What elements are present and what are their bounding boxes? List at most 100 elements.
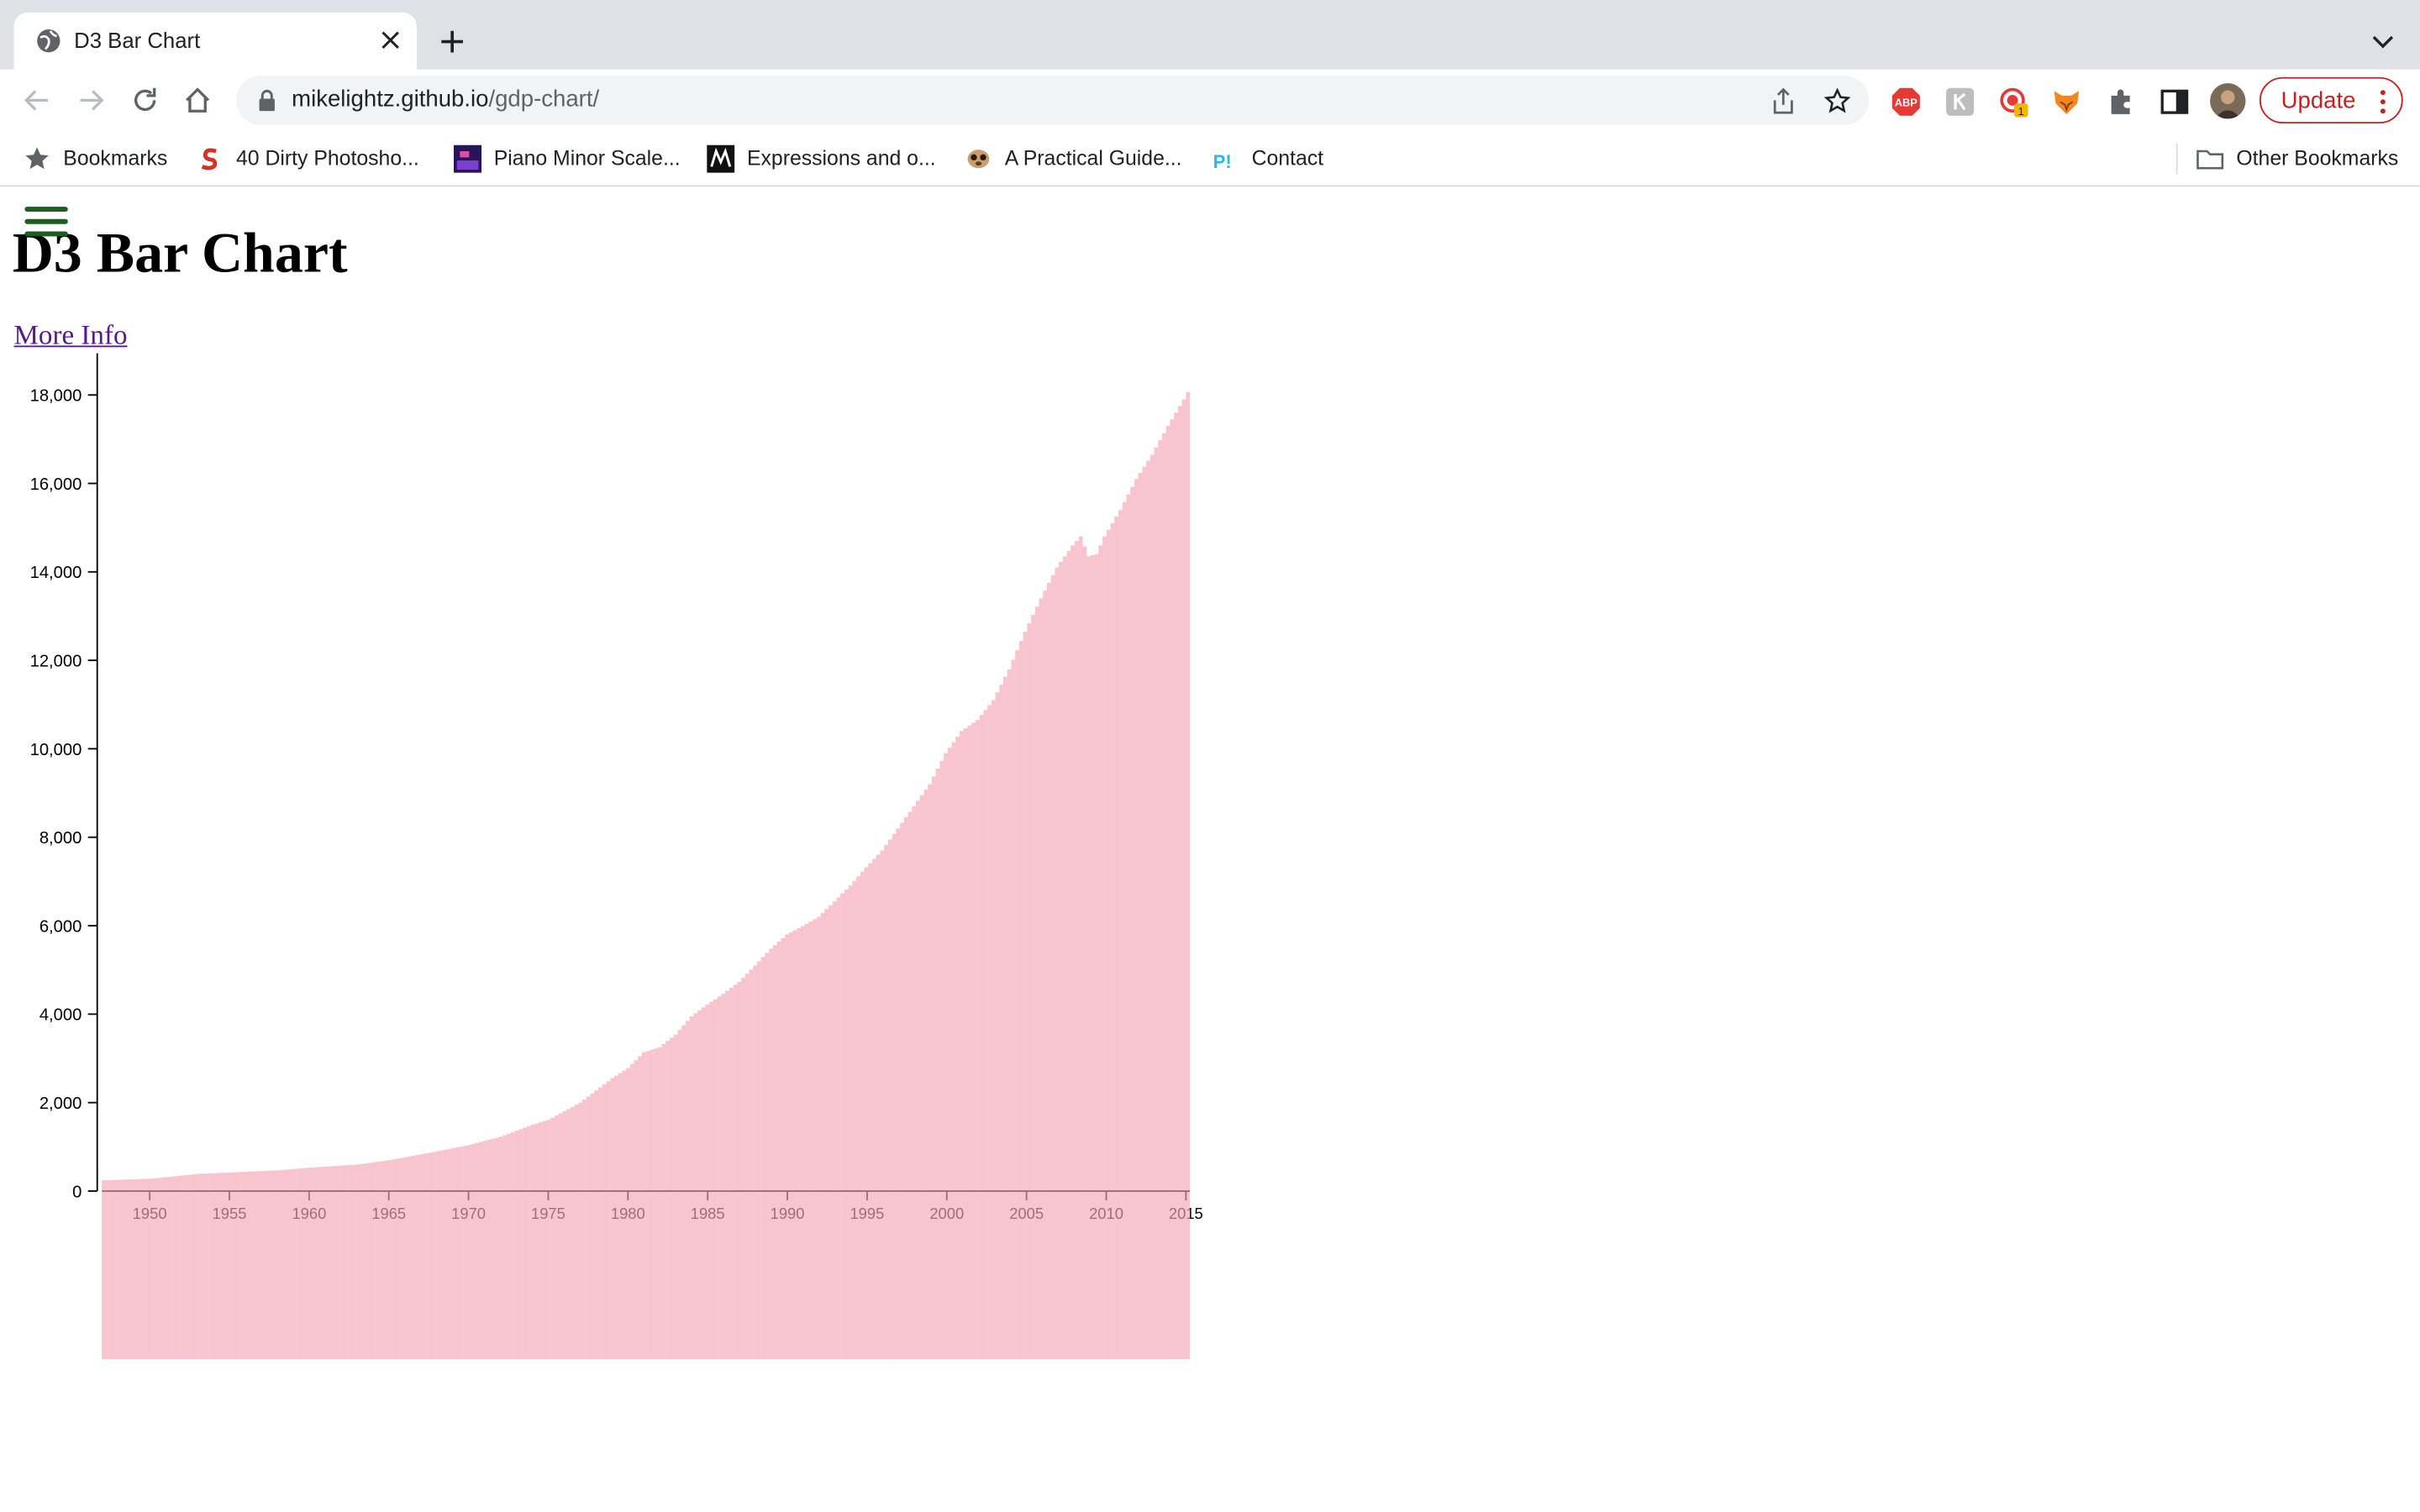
bar[interactable] <box>756 961 761 1360</box>
bar[interactable] <box>177 1175 182 1360</box>
bar[interactable] <box>983 710 988 1360</box>
bar[interactable] <box>1138 472 1143 1360</box>
bar[interactable] <box>296 1168 301 1360</box>
bar[interactable] <box>673 1034 678 1360</box>
bar[interactable] <box>840 893 845 1360</box>
bar[interactable] <box>749 969 754 1360</box>
puzzle-icon[interactable] <box>2105 87 2136 118</box>
bar[interactable] <box>554 1116 559 1360</box>
bar[interactable] <box>447 1148 452 1360</box>
bar[interactable] <box>272 1170 277 1360</box>
bar[interactable] <box>256 1171 261 1360</box>
bar[interactable] <box>189 1174 194 1360</box>
bar[interactable] <box>923 790 929 1360</box>
bar[interactable] <box>808 921 813 1360</box>
bar[interactable] <box>820 912 825 1360</box>
update-button[interactable]: Update <box>2259 76 2403 123</box>
bar[interactable] <box>482 1141 487 1360</box>
bar[interactable] <box>339 1165 345 1360</box>
bar[interactable] <box>141 1179 146 1360</box>
bar[interactable] <box>408 1156 412 1360</box>
bar[interactable] <box>332 1166 337 1360</box>
bar[interactable] <box>491 1138 496 1360</box>
bar[interactable] <box>344 1165 349 1360</box>
bar[interactable] <box>613 1075 618 1360</box>
bar[interactable] <box>1007 669 1012 1360</box>
bar[interactable] <box>638 1056 643 1360</box>
bar[interactable] <box>657 1047 662 1360</box>
bar[interactable] <box>487 1139 492 1360</box>
bar[interactable] <box>744 974 750 1360</box>
bar[interactable] <box>197 1173 202 1360</box>
bar[interactable] <box>1078 536 1083 1360</box>
bar[interactable] <box>435 1151 440 1360</box>
bar[interactable] <box>919 795 924 1360</box>
avatar[interactable] <box>2210 83 2246 119</box>
bar[interactable] <box>991 700 996 1360</box>
bar[interactable] <box>864 867 869 1360</box>
share-icon[interactable] <box>1770 87 1797 114</box>
bar[interactable] <box>284 1169 289 1360</box>
bar[interactable] <box>606 1081 611 1360</box>
bar[interactable] <box>900 822 904 1360</box>
bar[interactable] <box>944 753 948 1360</box>
bar[interactable] <box>424 1153 428 1360</box>
bar[interactable] <box>324 1166 329 1360</box>
bar[interactable] <box>844 889 849 1360</box>
bar[interactable] <box>510 1131 515 1360</box>
home-icon[interactable] <box>182 85 213 116</box>
bar[interactable] <box>860 871 865 1360</box>
bar[interactable] <box>967 725 972 1360</box>
bar[interactable] <box>304 1168 309 1360</box>
bar[interactable] <box>495 1137 499 1360</box>
bar[interactable] <box>931 776 936 1360</box>
bar[interactable] <box>427 1152 432 1360</box>
bar[interactable] <box>550 1117 555 1360</box>
bar[interactable] <box>149 1179 154 1360</box>
bar[interactable] <box>685 1021 690 1360</box>
bar[interactable] <box>1162 433 1166 1360</box>
bar[interactable] <box>1122 501 1127 1360</box>
bar[interactable] <box>1142 466 1147 1360</box>
bar[interactable] <box>590 1093 595 1360</box>
bar[interactable] <box>856 876 860 1360</box>
bar[interactable] <box>534 1123 539 1360</box>
bar[interactable] <box>721 994 726 1360</box>
side-panel-icon[interactable] <box>2160 87 2191 118</box>
bar[interactable] <box>1059 561 1063 1360</box>
bar[interactable] <box>443 1149 448 1360</box>
bar[interactable] <box>1011 659 1016 1360</box>
bar[interactable] <box>380 1161 384 1360</box>
bar[interactable] <box>709 1001 714 1360</box>
bar[interactable] <box>403 1157 408 1360</box>
bar[interactable] <box>268 1170 273 1360</box>
bar[interactable] <box>804 923 809 1360</box>
bar[interactable] <box>224 1173 229 1360</box>
bar[interactable] <box>626 1068 630 1360</box>
bar[interactable] <box>558 1113 563 1360</box>
bar[interactable] <box>689 1016 694 1360</box>
bar[interactable] <box>523 1127 527 1360</box>
bar[interactable] <box>217 1173 222 1360</box>
bar[interactable] <box>419 1154 424 1360</box>
bar[interactable] <box>737 981 742 1360</box>
bar[interactable] <box>896 828 901 1360</box>
bar[interactable] <box>507 1133 512 1360</box>
bar[interactable] <box>566 1109 571 1360</box>
bar[interactable] <box>928 784 932 1360</box>
bar[interactable] <box>367 1163 372 1360</box>
bar[interactable] <box>586 1096 591 1360</box>
bar[interactable] <box>880 850 885 1360</box>
bar[interactable] <box>848 885 853 1360</box>
bar[interactable] <box>594 1090 599 1360</box>
bar[interactable] <box>813 919 817 1360</box>
bar[interactable] <box>760 957 765 1360</box>
bar[interactable] <box>868 863 873 1360</box>
bar[interactable] <box>741 978 745 1360</box>
bar[interactable] <box>1018 641 1023 1360</box>
bar[interactable] <box>475 1142 480 1360</box>
bar[interactable] <box>245 1171 250 1360</box>
bar[interactable] <box>165 1177 170 1360</box>
bar[interactable] <box>1146 460 1150 1360</box>
bar[interactable] <box>829 905 833 1360</box>
